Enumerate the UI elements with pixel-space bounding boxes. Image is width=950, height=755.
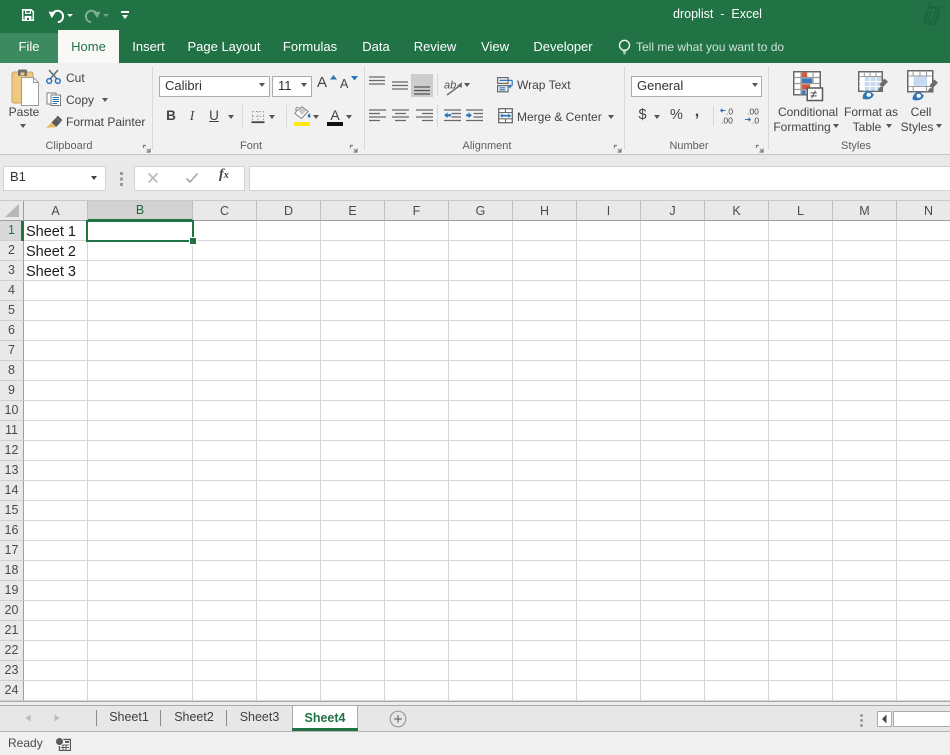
svg-text:.00: .00 (721, 116, 733, 126)
svg-text:≠: ≠ (810, 88, 817, 102)
